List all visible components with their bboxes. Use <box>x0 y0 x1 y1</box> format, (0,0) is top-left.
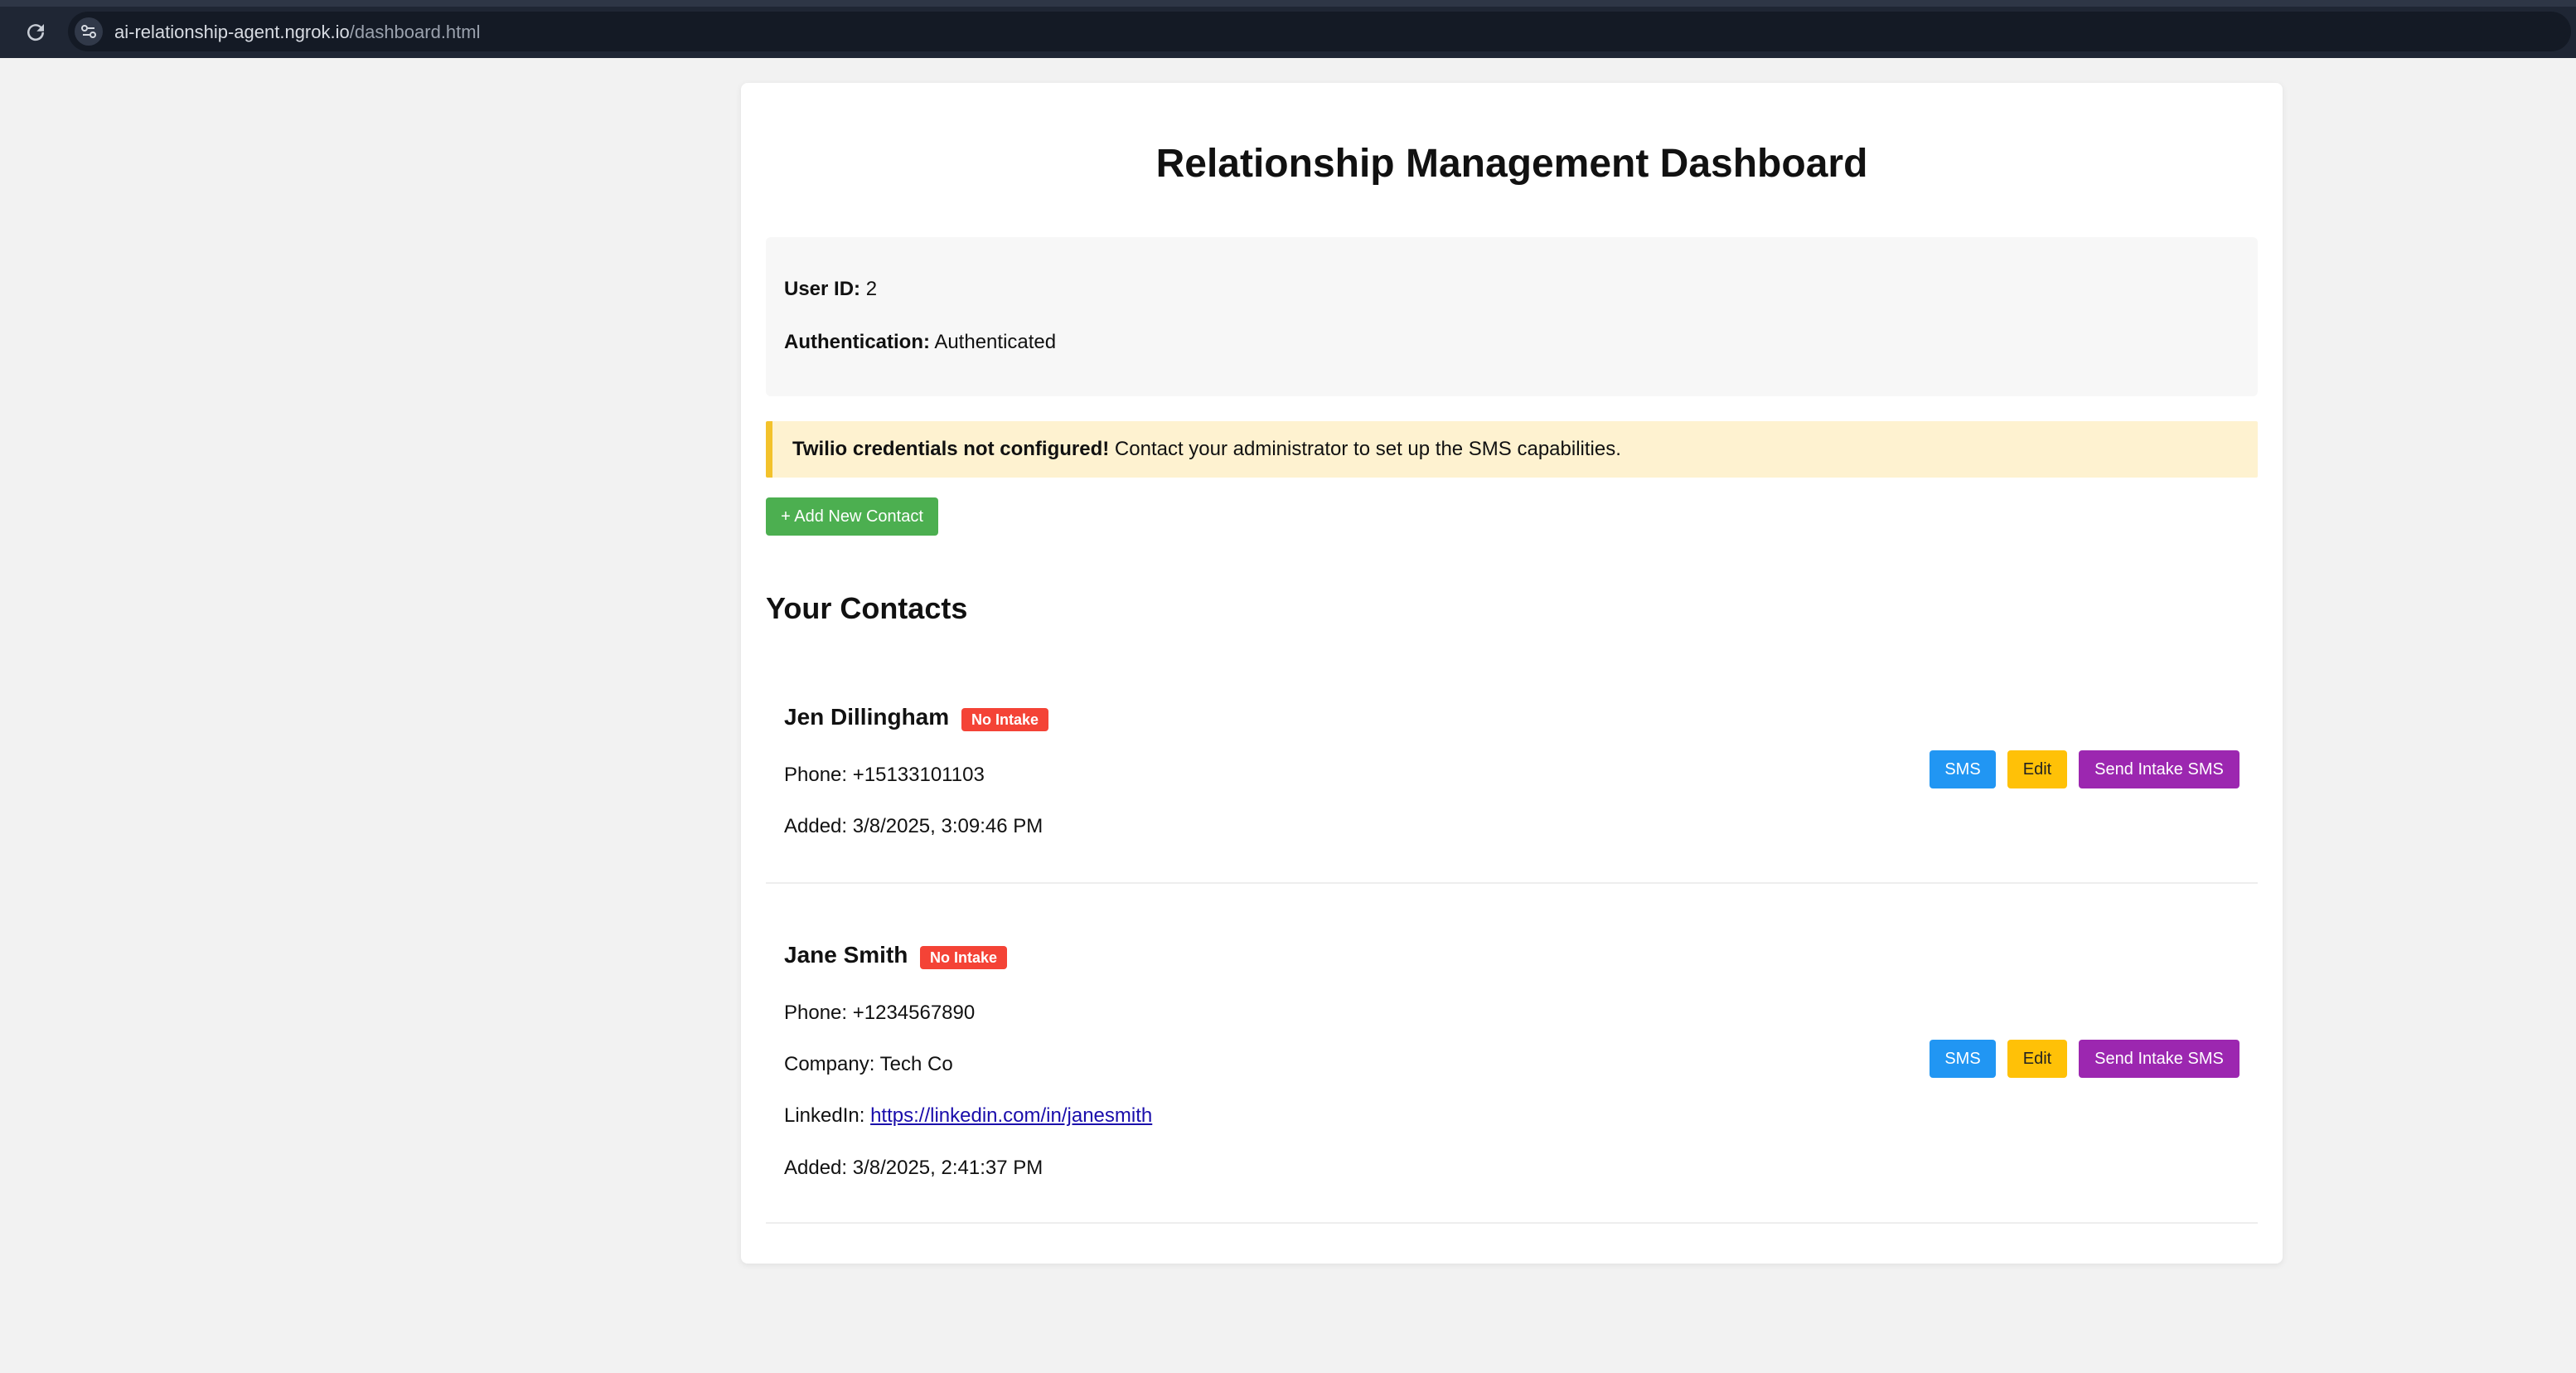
user-id-line: User ID: 2 <box>784 277 877 302</box>
auth-label: Authentication: <box>784 331 930 353</box>
user-id-value: 2 <box>865 278 878 300</box>
twilio-warning-alert: Twilio credentials not configured! Conta… <box>766 421 2258 478</box>
sms-button[interactable]: SMS <box>1930 1040 1996 1078</box>
contact-name: Jane Smith <box>784 942 908 968</box>
contact-phone: Phone: +1234567890 <box>784 1002 976 1024</box>
user-info-box <box>766 237 2258 396</box>
linkedin-label: LinkedIn: <box>784 1104 865 1127</box>
url-host: ai-relationship-agent.ngrok.io <box>114 22 350 42</box>
alert-message: Contact your administrator to set up the… <box>1114 438 1621 460</box>
linkedin-link[interactable]: https://linkedin.com/in/janesmith <box>870 1104 1152 1127</box>
user-id-label: User ID: <box>784 278 861 300</box>
edit-button[interactable]: Edit <box>2007 1040 2067 1078</box>
contact-name: Jen Dillingham <box>784 704 950 730</box>
no-intake-badge: No Intake <box>920 946 1008 969</box>
send-intake-sms-button[interactable]: Send Intake SMS <box>2079 1040 2239 1078</box>
url-path: /dashboard.html <box>349 22 481 42</box>
alert-text: Twilio credentials not configured! Conta… <box>792 437 1621 462</box>
sms-button[interactable]: SMS <box>1930 750 1996 788</box>
contact-divider <box>766 882 2258 884</box>
url-text[interactable]: ai-relationship-agent.ngrok.io/dashboard… <box>114 22 481 43</box>
edit-button[interactable]: Edit <box>2007 750 2067 788</box>
no-intake-badge: No Intake <box>961 708 1049 731</box>
send-intake-sms-button[interactable]: Send Intake SMS <box>2079 750 2239 788</box>
site-info-icon[interactable] <box>75 17 103 46</box>
contact-company: Company: Tech Co <box>784 1053 953 1075</box>
contact-divider <box>766 1222 2258 1224</box>
page-title: Relationship Management Dashboard <box>1155 142 1868 186</box>
contact-added: Added: 3/8/2025, 3:09:46 PM <box>784 815 1043 837</box>
auth-line: Authentication: Authenticated <box>784 330 1056 355</box>
reload-icon[interactable] <box>23 20 48 45</box>
contact-linkedin: LinkedIn: https://linkedin.com/in/janesm… <box>784 1104 1152 1128</box>
auth-value: Authenticated <box>934 331 1057 353</box>
browser-toolbar: ai-relationship-agent.ngrok.io/dashboard… <box>0 0 2576 58</box>
contact-added: Added: 3/8/2025, 2:41:37 PM <box>784 1157 1043 1179</box>
contacts-heading: Your Contacts <box>766 591 968 625</box>
contact-phone: Phone: +15133101103 <box>784 764 985 786</box>
alert-strong: Twilio credentials not configured! <box>792 438 1110 460</box>
add-contact-button[interactable]: + Add New Contact <box>766 497 938 536</box>
